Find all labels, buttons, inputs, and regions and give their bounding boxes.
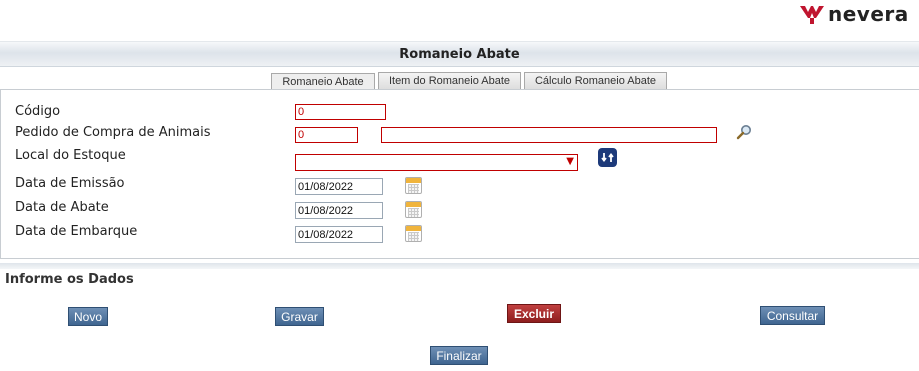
brand-logo: nevera xyxy=(799,3,909,25)
search-icon[interactable] xyxy=(736,124,752,140)
refresh-arrows-icon xyxy=(601,153,614,162)
finalizar-button[interactable]: Finalizar xyxy=(430,346,488,365)
data-abate-label: Data de Abate xyxy=(15,200,109,215)
local-select[interactable]: ▼ xyxy=(295,154,578,171)
data-embarque-input[interactable] xyxy=(295,226,383,243)
consultar-button[interactable]: Consultar xyxy=(760,306,825,325)
local-label: Local do Estoque xyxy=(15,148,126,163)
refresh-icon[interactable] xyxy=(598,148,617,167)
page-title: Romaneio Abate xyxy=(0,41,919,67)
form-panel xyxy=(0,89,919,259)
section-title: Informe os Dados xyxy=(5,272,134,287)
pedido-description-input[interactable] xyxy=(381,127,717,143)
pedido-input[interactable] xyxy=(295,127,358,143)
calendar-icon[interactable] xyxy=(405,177,422,194)
codigo-input[interactable] xyxy=(295,104,386,120)
calendar-icon[interactable] xyxy=(405,201,422,218)
codigo-label: Código xyxy=(15,104,61,119)
novo-button[interactable]: Novo xyxy=(68,307,108,326)
data-embarque-label: Data de Embarque xyxy=(15,224,138,239)
excluir-button[interactable]: Excluir xyxy=(507,304,561,323)
data-emissao-label: Data de Emissão xyxy=(15,176,125,191)
brand-name: nevera xyxy=(828,2,909,26)
chevron-down-icon: ▼ xyxy=(566,156,574,167)
gravar-button[interactable]: Gravar xyxy=(275,307,324,326)
tab-item-romaneio-abate[interactable]: Item do Romaneio Abate xyxy=(378,72,521,90)
section-divider xyxy=(0,263,919,269)
nevera-logo-icon xyxy=(800,6,824,24)
calendar-icon[interactable] xyxy=(405,225,422,242)
tab-calculo-romaneio-abate[interactable]: Cálculo Romaneio Abate xyxy=(524,72,667,90)
data-emissao-input[interactable] xyxy=(295,178,383,195)
pedido-label: Pedido de Compra de Animais xyxy=(15,125,211,140)
data-abate-input[interactable] xyxy=(295,202,383,219)
tab-romaneio-abate[interactable]: Romaneio Abate xyxy=(271,73,375,90)
